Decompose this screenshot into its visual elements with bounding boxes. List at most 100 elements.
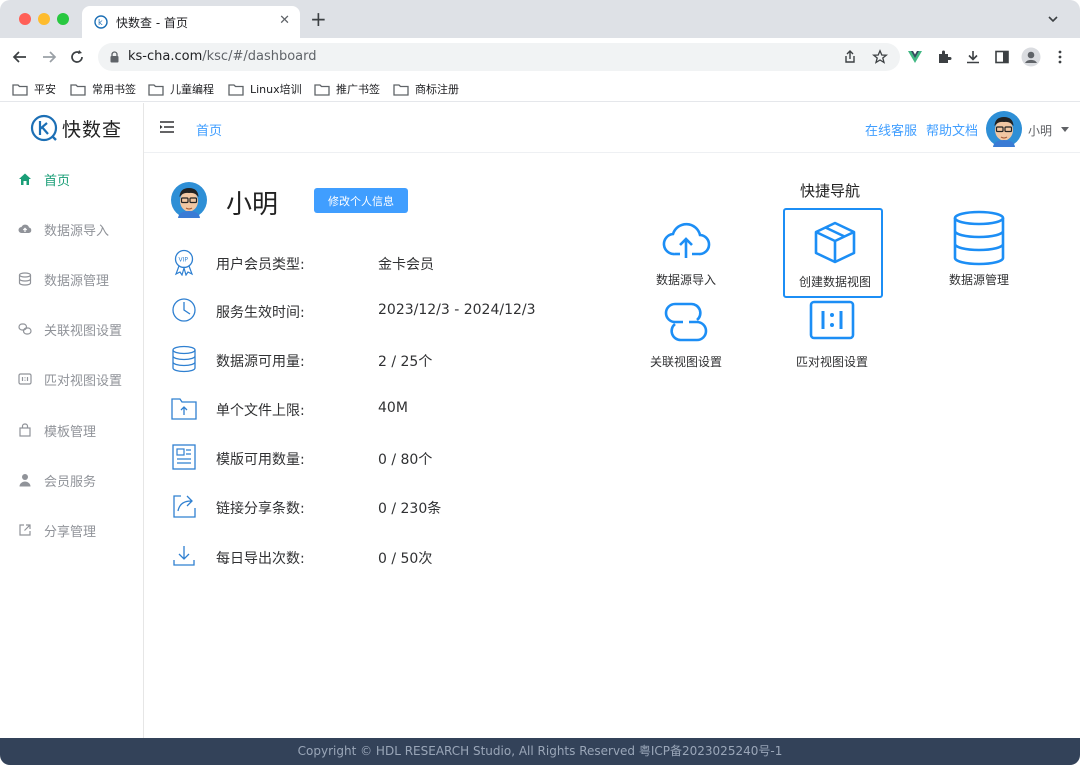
breadcrumb[interactable]: 首页 bbox=[196, 120, 222, 139]
tab-search-icon[interactable] bbox=[1046, 12, 1060, 26]
info-row-service-time: 服务生效时间: 2023/12/3 - 2024/12/3 bbox=[171, 296, 591, 326]
sidebar-item-datasource-manage[interactable]: 数据源管理 bbox=[0, 259, 143, 299]
quick-nav-datasource-manage[interactable]: 数据源管理 bbox=[929, 208, 1029, 298]
user-icon bbox=[19, 474, 31, 487]
database-icon bbox=[18, 272, 32, 286]
folder-icon bbox=[12, 83, 28, 96]
share-link-icon bbox=[173, 495, 196, 518]
home-icon bbox=[19, 173, 31, 185]
tab-title: 快数查 - 首页 bbox=[116, 16, 188, 30]
app-logo[interactable]: 快数查 bbox=[30, 111, 140, 145]
clock-icon bbox=[172, 298, 196, 322]
download-icon bbox=[173, 546, 195, 566]
url-text: ks-cha.com/ksc/#/dashboard bbox=[128, 49, 317, 64]
minimize-window-button[interactable] bbox=[38, 13, 50, 25]
profile-name: 小明 bbox=[226, 190, 279, 220]
vue-devtools-icon[interactable] bbox=[907, 49, 923, 65]
info-row-export-quota: 每日导出次数: 0 / 50次 bbox=[171, 542, 591, 572]
browser-tab[interactable]: k 快数查 - 首页 ✕ bbox=[82, 6, 300, 38]
lock-icon bbox=[110, 51, 119, 63]
folder-icon bbox=[148, 83, 164, 96]
bookmark-star-icon[interactable] bbox=[872, 49, 888, 65]
quick-nav-link-view[interactable]: 关联视图设置 bbox=[636, 286, 736, 376]
profile-avatar bbox=[171, 182, 207, 218]
svg-text:k: k bbox=[98, 18, 103, 27]
quick-nav-datasource-import[interactable]: 数据源导入 bbox=[636, 208, 736, 298]
bookmark-folder[interactable]: 平安 bbox=[12, 81, 56, 97]
folder-icon bbox=[70, 83, 86, 96]
close-tab-icon[interactable]: ✕ bbox=[279, 13, 290, 28]
compare-icon bbox=[18, 373, 32, 385]
info-row-file-limit: 单个文件上限: 40M bbox=[171, 394, 591, 424]
new-tab-icon[interactable]: + bbox=[310, 9, 327, 29]
header-username[interactable]: 小明 bbox=[1028, 122, 1052, 139]
user-menu-caret-icon[interactable] bbox=[1061, 127, 1069, 132]
back-icon[interactable] bbox=[11, 48, 29, 66]
tab-strip: k 快数查 - 首页 ✕ + bbox=[0, 0, 1080, 38]
database-icon bbox=[172, 345, 196, 373]
forward-icon[interactable] bbox=[40, 48, 58, 66]
info-row-datasource-quota: 数据源可用量: 2 / 25个 bbox=[171, 345, 591, 375]
share-page-icon[interactable] bbox=[842, 49, 858, 65]
template-icon bbox=[172, 444, 196, 470]
browser-toolbar: ks-cha.com/ksc/#/dashboard bbox=[0, 38, 1080, 76]
logo-icon bbox=[30, 114, 58, 142]
bookmarks-bar: 平安 常用书签 儿童编程 Linux培训 推广书签 商标注册 bbox=[0, 76, 1080, 102]
app-header: 首页 在线客服 帮助文档 小明 bbox=[144, 103, 1080, 153]
sidebar-item-share[interactable]: 分享管理 bbox=[0, 510, 143, 550]
reload-icon[interactable] bbox=[68, 48, 86, 66]
help-docs-link[interactable]: 帮助文档 bbox=[926, 120, 978, 139]
vip-badge-icon: VIP bbox=[174, 249, 194, 276]
cube-icon bbox=[814, 221, 856, 264]
maximize-window-button[interactable] bbox=[57, 13, 69, 25]
online-service-link[interactable]: 在线客服 bbox=[865, 120, 917, 139]
logo-text: 快数查 bbox=[62, 118, 123, 141]
bookmark-folder[interactable]: 儿童编程 bbox=[148, 81, 214, 97]
link-icon bbox=[664, 302, 708, 342]
collapse-sidebar-icon[interactable] bbox=[159, 120, 175, 134]
bag-icon bbox=[19, 423, 31, 437]
link-icon bbox=[18, 323, 32, 335]
extensions-puzzle-icon[interactable] bbox=[936, 49, 952, 65]
folder-icon bbox=[393, 83, 409, 96]
dashboard-main: 小明 修改个人信息 VIP 用户会员类型: 金卡会员 服务生效时间: 2023/… bbox=[144, 154, 1080, 738]
quick-nav-compare-view[interactable]: 匹对视图设置 bbox=[782, 286, 882, 376]
bookmark-folder[interactable]: 推广书签 bbox=[314, 81, 380, 97]
sidebar: 快数查 首页 数据源导入 数据源管理 关联视图设置 匹对视图设置 模板管理 会员… bbox=[0, 103, 144, 738]
quick-nav-title: 快捷导航 bbox=[800, 182, 861, 200]
profile-icon[interactable] bbox=[1021, 47, 1041, 67]
bookmark-folder[interactable]: 常用书签 bbox=[70, 81, 136, 97]
database-icon bbox=[953, 210, 1005, 266]
info-row-member-type: VIP 用户会员类型: 金卡会员 bbox=[171, 248, 591, 278]
sidebar-item-template[interactable]: 模板管理 bbox=[0, 410, 143, 450]
cloud-upload-icon bbox=[662, 222, 711, 258]
avatar[interactable] bbox=[986, 111, 1022, 147]
edit-profile-button[interactable]: 修改个人信息 bbox=[314, 188, 408, 213]
site-favicon-icon: k bbox=[94, 15, 108, 29]
close-window-button[interactable] bbox=[19, 13, 31, 25]
info-row-template-quota: 模版可用数量: 0 / 80个 bbox=[171, 443, 591, 473]
downloads-icon[interactable] bbox=[965, 49, 981, 65]
folder-icon bbox=[314, 83, 330, 96]
svg-text:VIP: VIP bbox=[179, 257, 189, 264]
side-panel-icon[interactable] bbox=[994, 49, 1010, 65]
browser-window: k 快数查 - 首页 ✕ + ks-cha.com/ksc/#/dashboar… bbox=[0, 0, 1080, 765]
bookmark-folder[interactable]: Linux培训 bbox=[228, 81, 302, 97]
sidebar-item-membership[interactable]: 会员服务 bbox=[0, 460, 143, 500]
sidebar-item-link-view[interactable]: 关联视图设置 bbox=[0, 309, 143, 349]
folder-icon bbox=[228, 83, 244, 96]
app-root: 快数查 首页 数据源导入 数据源管理 关联视图设置 匹对视图设置 模板管理 会员… bbox=[0, 103, 1080, 738]
bookmark-folder[interactable]: 商标注册 bbox=[393, 81, 459, 97]
browser-menu-icon[interactable] bbox=[1052, 49, 1068, 65]
share-icon bbox=[19, 524, 31, 536]
compare-icon bbox=[809, 300, 855, 340]
sidebar-item-datasource-import[interactable]: 数据源导入 bbox=[0, 209, 143, 249]
cloud-upload-icon bbox=[18, 224, 32, 233]
info-row-share-quota: 链接分享条数: 0 / 230条 bbox=[171, 492, 591, 522]
folder-upload-icon bbox=[171, 398, 197, 420]
sidebar-item-compare-view[interactable]: 匹对视图设置 bbox=[0, 359, 143, 399]
footer: Copyright © HDL RESEARCH Studio, All Rig… bbox=[0, 738, 1080, 765]
quick-nav-create-view[interactable]: 创建数据视图 bbox=[783, 208, 883, 298]
sidebar-item-home[interactable]: 首页 bbox=[0, 159, 143, 199]
address-bar[interactable]: ks-cha.com/ksc/#/dashboard bbox=[98, 43, 900, 71]
